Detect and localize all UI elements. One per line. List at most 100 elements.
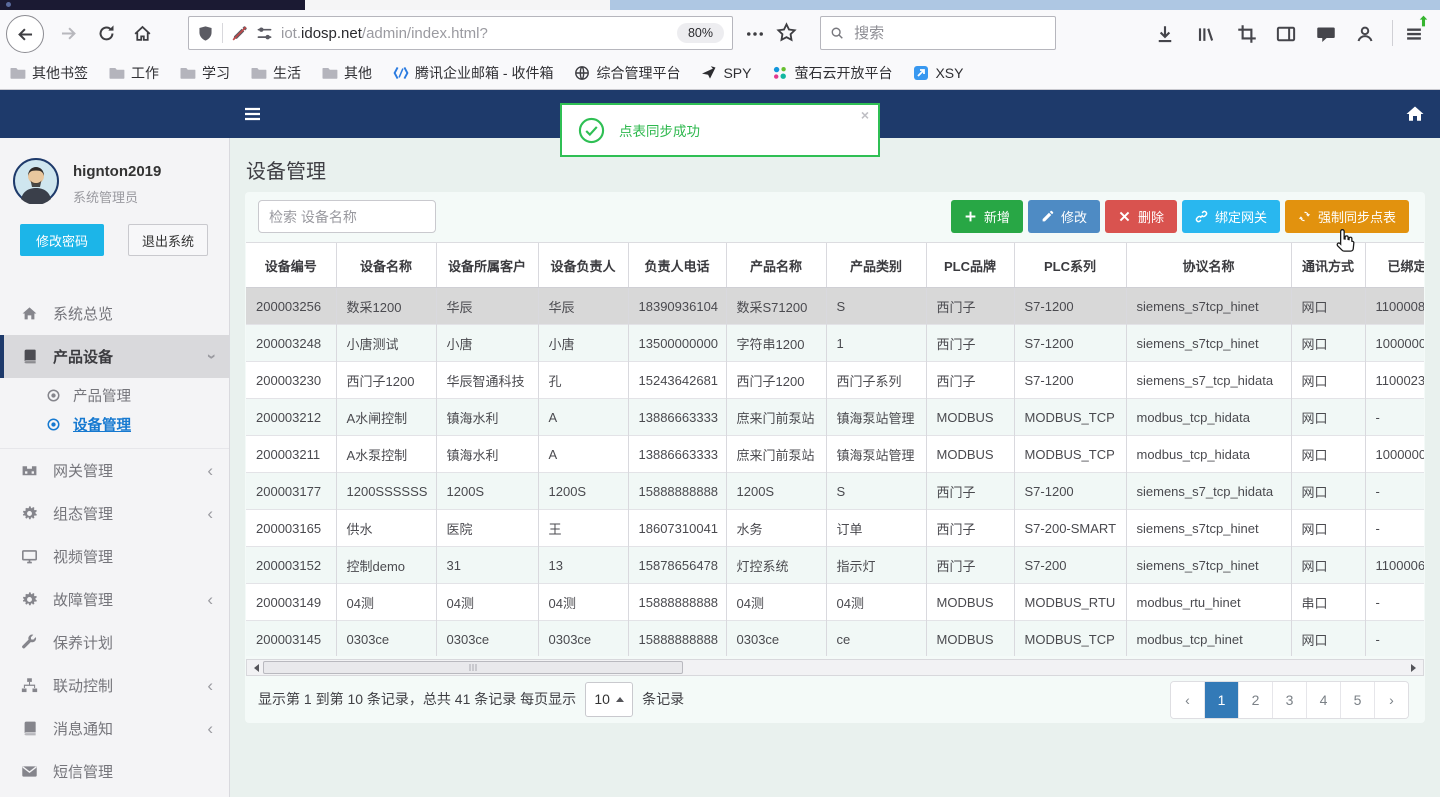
sidebar-item-gateway-manage[interactable]: 网关管理 ‹ xyxy=(0,449,229,492)
bookmark-item[interactable]: 萤石云开放平台 xyxy=(772,63,892,83)
app-home-icon[interactable] xyxy=(1405,104,1425,124)
browser-home-button[interactable] xyxy=(124,15,160,51)
page-actions-icon[interactable] xyxy=(745,24,765,44)
column-header-2[interactable]: 设备所属客户 xyxy=(436,243,539,288)
active-tab[interactable] xyxy=(305,0,610,10)
screenshot-icon[interactable] xyxy=(1237,24,1257,44)
browser-search-input[interactable] xyxy=(852,23,1046,43)
bookmark-item[interactable]: 腾讯企业邮箱 - 收件箱 xyxy=(393,63,553,83)
table-cell: 1000000 xyxy=(1365,435,1424,473)
library-icon[interactable] xyxy=(1196,24,1216,44)
sidebar-item-fault-manage[interactable]: 故障管理 ‹ xyxy=(0,578,229,621)
table-row[interactable]: 200003145 0303ce 0303ce 0303ce 15888888888 03… xyxy=(246,620,1424,656)
column-header-11[interactable]: 已绑定网关 xyxy=(1365,243,1424,288)
screen: iot.idosp.net/admin/index.html? 80% 其他书签… xyxy=(0,0,1440,797)
table-cell: 04测 xyxy=(826,583,927,621)
sidebar-item-maintenance-plan[interactable]: 保养计划 xyxy=(0,621,229,664)
bookmark-star-icon[interactable] xyxy=(776,22,797,43)
page-size-select[interactable]: 10 xyxy=(585,681,634,717)
column-header-1[interactable]: 设备名称 xyxy=(336,243,437,288)
table-cell: 1200SSSSSS xyxy=(336,472,437,510)
sidebar-item-message-notify[interactable]: 消息通知 ‹ xyxy=(0,707,229,750)
pen-slash-icon[interactable] xyxy=(231,25,248,42)
page-prev-button[interactable]: ‹ xyxy=(1171,682,1204,718)
bookmark-item[interactable]: 其他 xyxy=(322,63,372,83)
sidebar-item-sms-manage[interactable]: 短信管理 xyxy=(0,750,229,793)
table-row[interactable]: 200003212 A水闸控制 镇海水利 A 13886663333 庶来门前泵站 镇海泵站… xyxy=(246,398,1424,436)
table-row[interactable]: 200003165 供水 医院王 18607310041 水务 订单 西门子 S7-200-S… xyxy=(246,509,1424,547)
bookmark-item[interactable]: 工作 xyxy=(109,63,159,83)
table-cell: MODBUS xyxy=(926,435,1015,473)
forward-button[interactable] xyxy=(50,15,86,51)
sidebar-item-linkage-control[interactable]: 联动控制 ‹ xyxy=(0,664,229,707)
downloads-icon[interactable] xyxy=(1155,24,1175,44)
sidebar-item-card-manage[interactable]: 卡号管理 xyxy=(0,793,229,797)
sidebar-item-product-device[interactable]: 产品设备 ‹ xyxy=(0,335,229,378)
column-header-4[interactable]: 负责人电话 xyxy=(628,243,727,288)
url-text[interactable]: iot.idosp.net/admin/index.html? xyxy=(281,25,669,42)
sidebar-item-system-overview[interactable]: 系统总览 xyxy=(0,292,229,335)
sidebar-subitem-device-manage[interactable]: 设备管理 xyxy=(0,410,229,439)
zoom-level-badge[interactable]: 80% xyxy=(676,23,724,43)
action-button-bind-gateway[interactable]: 绑定网关 xyxy=(1181,200,1280,233)
bookmark-item[interactable]: 综合管理平台 xyxy=(574,63,680,83)
page-button-3[interactable]: 3 xyxy=(1272,682,1306,718)
sidebar-item-label: 视频管理 xyxy=(53,549,114,566)
reload-button[interactable] xyxy=(88,15,124,51)
sidebar-subitem-product-manage[interactable]: 产品管理 xyxy=(0,381,229,410)
sidebar-item-label: 保养计划 xyxy=(53,635,114,652)
toast-close-icon[interactable]: × xyxy=(861,108,869,122)
table-row[interactable]: 200003211 A水泵控制 镇海水利 A 13886663333 庶来门前泵站 镇海泵站… xyxy=(246,435,1424,473)
bookmark-item[interactable]: SPY xyxy=(701,65,751,81)
column-header-5[interactable]: 产品名称 xyxy=(726,243,827,288)
scrollbar-thumb[interactable] xyxy=(263,661,683,674)
column-header-6[interactable]: 产品类别 xyxy=(826,243,927,288)
page-button-5[interactable]: 5 xyxy=(1340,682,1374,718)
bookmark-label: 学习 xyxy=(202,64,230,81)
permissions-icon[interactable] xyxy=(256,25,273,42)
page-button-1[interactable]: 1 xyxy=(1204,682,1238,718)
page-button-2[interactable]: 2 xyxy=(1238,682,1272,718)
table-row[interactable]: 200003152 控制demo 31 13 15878656478 灯控系统 指示灯 西门子… xyxy=(246,546,1424,584)
column-header-3[interactable]: 设备负责人 xyxy=(538,243,629,288)
home-icon xyxy=(21,305,38,322)
bookmark-item[interactable]: XSY xyxy=(913,65,963,81)
window-dot xyxy=(6,2,11,7)
table-cell: 0303ce xyxy=(538,620,629,656)
table-row[interactable]: 200003248 小唐测试 小唐 小唐 13500000000 字符串1200 1 西门子 S… xyxy=(246,324,1424,362)
browser-search-box[interactable] xyxy=(820,16,1056,50)
table-row[interactable]: 200003230 西门子1200 华辰智通科技孔 15243642681 西门子120… xyxy=(246,361,1424,399)
messages-icon[interactable] xyxy=(1316,24,1336,44)
scroll-right-button[interactable] xyxy=(1408,660,1423,675)
app-menu-icon[interactable] xyxy=(1404,24,1424,44)
table-cell: S7-1200 xyxy=(1014,324,1127,362)
column-header-0[interactable]: 设备编号 xyxy=(246,243,337,288)
action-button-add[interactable]: 新增 xyxy=(950,200,1023,233)
table-row[interactable]: 200003149 04测 04测 04测 15888888888 04测 04测 MODBU… xyxy=(246,583,1424,621)
sidebar-item-video-manage[interactable]: 视频管理 xyxy=(0,535,229,578)
account-icon[interactable] xyxy=(1355,24,1375,44)
table-row[interactable]: 200003256 数采1200 华辰 华辰 18390936104 数采S71200 S 西… xyxy=(246,287,1424,325)
bookmark-item[interactable]: 生活 xyxy=(251,63,301,83)
bookmark-item[interactable]: 学习 xyxy=(180,63,230,83)
column-header-8[interactable]: PLC系列 xyxy=(1014,243,1127,288)
shield-icon[interactable] xyxy=(197,25,214,42)
action-button-delete[interactable]: 删除 xyxy=(1104,200,1177,233)
device-search-input[interactable] xyxy=(258,200,436,233)
sidebar-item-scada-manage[interactable]: 组态管理 ‹ xyxy=(0,492,229,535)
back-button[interactable] xyxy=(6,15,44,53)
scroll-left-button[interactable] xyxy=(247,660,262,675)
logout-button[interactable]: 退出系统 xyxy=(128,224,208,256)
url-bar[interactable]: iot.idosp.net/admin/index.html? 80% xyxy=(188,16,733,50)
horizontal-scrollbar[interactable] xyxy=(246,659,1424,676)
page-button-4[interactable]: 4 xyxy=(1306,682,1340,718)
sidebar-collapse-icon[interactable] xyxy=(244,106,261,122)
change-password-button[interactable]: 修改密码 xyxy=(20,224,104,256)
page-next-button[interactable]: › xyxy=(1374,682,1408,718)
bookmark-item[interactable]: 其他书签 xyxy=(10,63,88,83)
action-button-edit[interactable]: 修改 xyxy=(1027,200,1100,233)
table-row[interactable]: 200003177 1200SSSSSS 1200S 1200S 15888888888… xyxy=(246,472,1424,510)
column-header-7[interactable]: PLC品牌 xyxy=(926,243,1015,288)
column-header-9[interactable]: 协议名称 xyxy=(1126,243,1292,288)
sidebar-toggle-icon[interactable] xyxy=(1276,24,1296,44)
